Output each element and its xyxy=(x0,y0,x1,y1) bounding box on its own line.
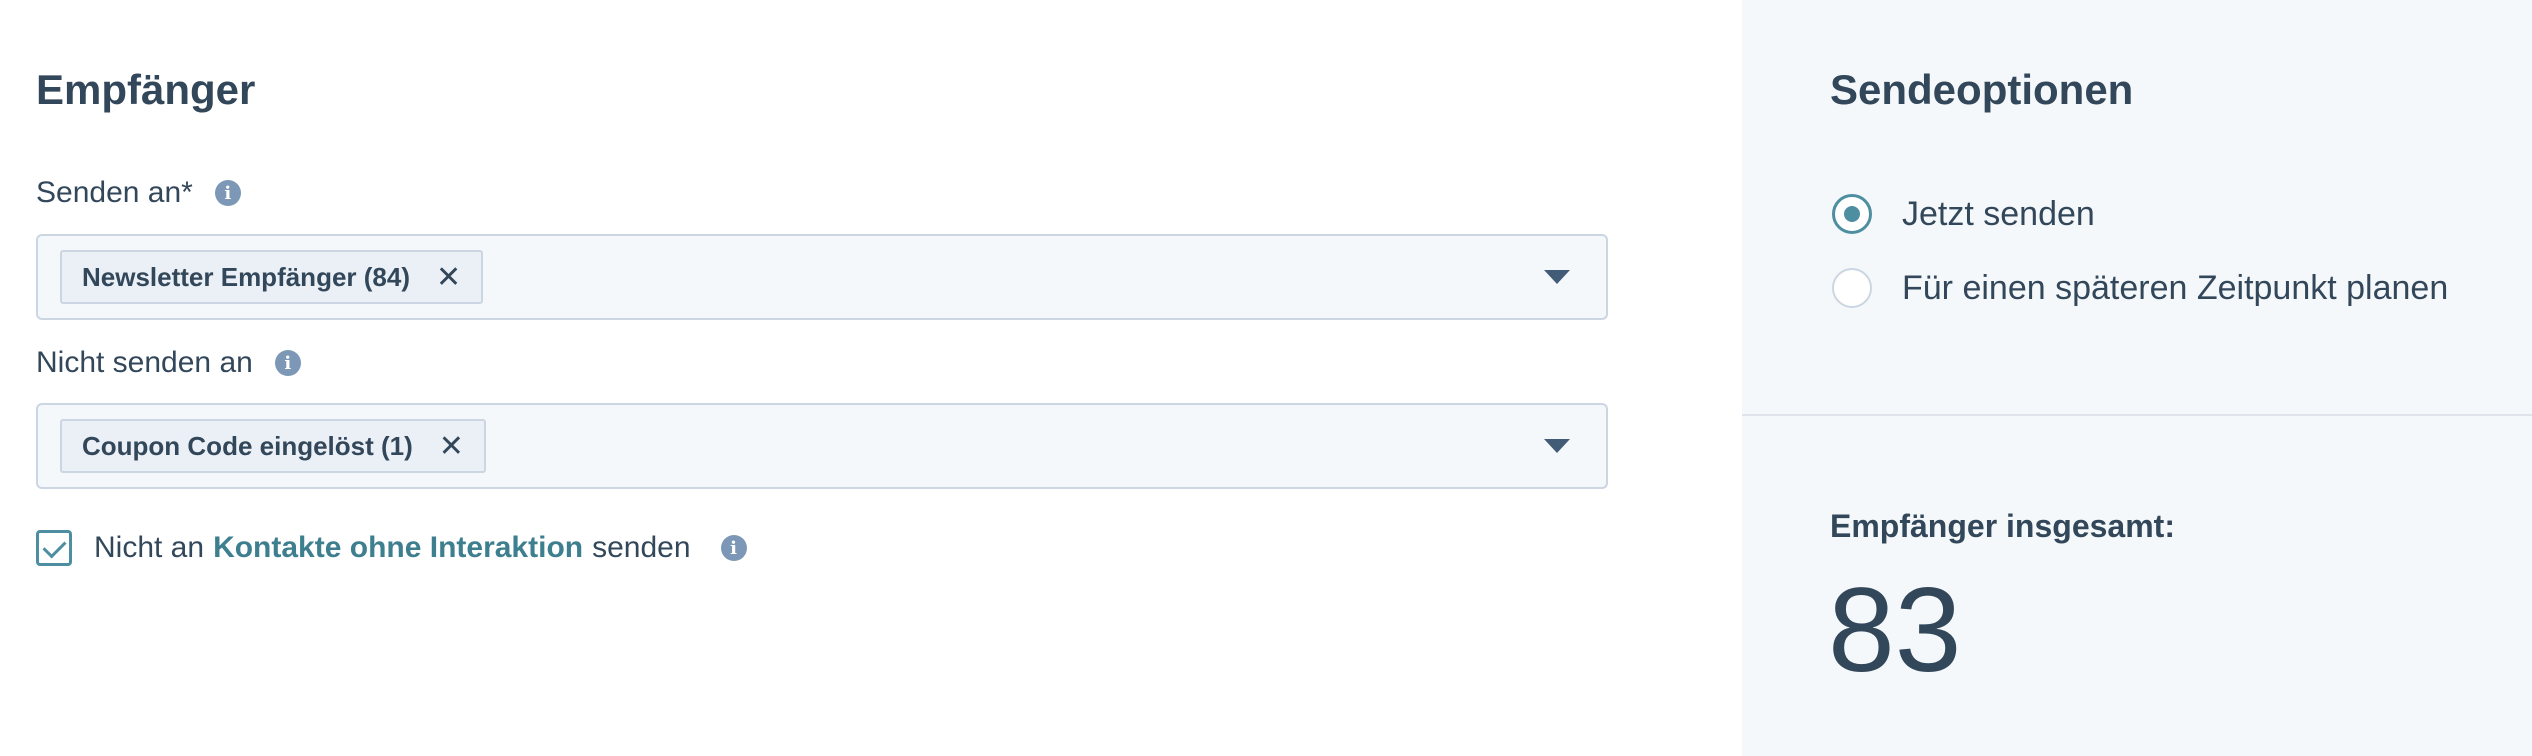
send-now-radio[interactable] xyxy=(1832,194,1872,234)
checkbox-suffix: senden xyxy=(592,531,691,564)
do-not-send-label: Nicht senden an xyxy=(36,346,253,379)
do-not-send-tag-label: Coupon Code eingelöst (1) xyxy=(82,430,413,461)
send-to-tag-label: Newsletter Empfänger (84) xyxy=(82,261,410,292)
close-icon[interactable]: ✕ xyxy=(439,429,464,464)
send-to-label: Senden an* xyxy=(36,176,193,209)
unengaged-contacts-row: Nicht an Kontakte ohne Interaktion sende… xyxy=(36,530,747,566)
caret-down-icon[interactable] xyxy=(1544,439,1570,453)
do-not-send-tag: Coupon Code eingelöst (1) ✕ xyxy=(60,419,486,473)
info-icon[interactable]: i xyxy=(720,535,747,561)
send-options-title: Sendeoptionen xyxy=(1830,66,2134,113)
send-to-tag: Newsletter Empfänger (84) ✕ xyxy=(60,250,484,304)
schedule-label: Für einen späteren Zeitpunkt planen xyxy=(1902,268,2449,307)
info-icon[interactable]: i xyxy=(274,350,301,376)
unengaged-contacts-checkbox[interactable] xyxy=(36,530,72,566)
send-options-panel: Sendeoptionen Jetzt senden Für einen spä… xyxy=(1742,0,2532,756)
send-to-select[interactable]: Newsletter Empfänger (84) ✕ xyxy=(36,234,1608,320)
total-recipients-value: 83 xyxy=(1828,563,1962,697)
do-not-send-select[interactable]: Coupon Code eingelöst (1) ✕ xyxy=(36,403,1608,489)
recipients-panel: Empfänger Senden an* i Newsletter Empfän… xyxy=(0,0,1742,756)
recipients-title: Empfänger xyxy=(36,66,256,113)
total-recipients-label: Empfänger insgesamt: xyxy=(1830,508,2175,544)
unengaged-contacts-link[interactable]: Kontakte ohne Interaktion xyxy=(213,531,583,565)
info-icon[interactable]: i xyxy=(214,180,241,206)
send-to-label-row: Senden an* i xyxy=(36,176,241,210)
checkbox-prefix: Nicht an xyxy=(94,531,205,564)
close-icon[interactable]: ✕ xyxy=(436,260,461,295)
schedule-radio[interactable] xyxy=(1832,268,1872,308)
send-now-label: Jetzt senden xyxy=(1902,194,2095,233)
option-send-now[interactable]: Jetzt senden xyxy=(1832,194,2095,234)
divider xyxy=(1742,414,2532,416)
do-not-send-label-row: Nicht senden an i xyxy=(36,346,301,380)
option-schedule[interactable]: Für einen späteren Zeitpunkt planen xyxy=(1832,268,2448,308)
caret-down-icon[interactable] xyxy=(1544,270,1570,284)
